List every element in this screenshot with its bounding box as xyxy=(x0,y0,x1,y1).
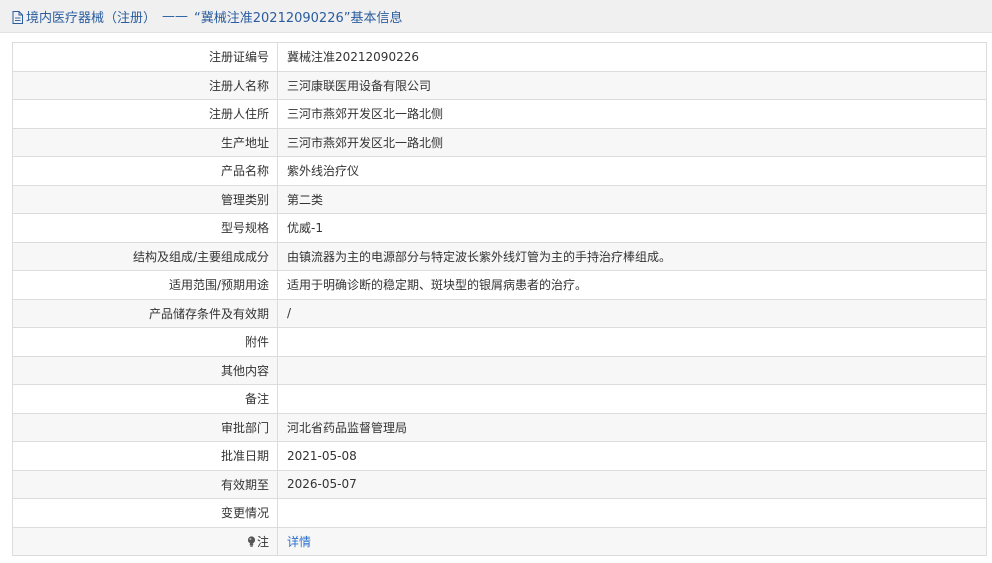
table-row: 产品储存条件及有效期 / xyxy=(12,298,987,328)
row-value xyxy=(277,498,987,528)
info-table-body: 注册证编号 冀械注准20212090226 注册人名称 三河康联医用设备有限公司 注册人… xyxy=(12,42,987,556)
row-value: / xyxy=(277,298,987,328)
row-value xyxy=(277,384,987,414)
row-value: 适用于明确诊断的稳定期、斑块型的银屑病患者的治疗。 xyxy=(277,270,987,300)
row-value: 冀械注准20212090226 xyxy=(277,42,987,72)
row-label: 适用范围/预期用途 xyxy=(12,270,278,300)
table-row: 管理类别 第二类 xyxy=(12,184,987,214)
table-row: 备注 xyxy=(12,384,987,414)
table-row: 型号规格 优威-1 xyxy=(12,213,987,243)
table-row: 注册人名称 三河康联医用设备有限公司 xyxy=(12,70,987,100)
table-row: 注册证编号 冀械注准20212090226 xyxy=(12,42,987,72)
row-label: 批准日期 xyxy=(12,441,278,471)
table-row: 审批部门 河北省药品监督管理局 xyxy=(12,412,987,442)
table-row: 附件 xyxy=(12,327,987,357)
note-label-cell: 注 xyxy=(12,526,278,556)
page-header: 境内医疗器械（注册） —— “冀械注准20212090226”基本信息 xyxy=(0,0,992,33)
row-value: 第二类 xyxy=(277,184,987,214)
note-label: 注 xyxy=(256,534,269,549)
row-label: 变更情况 xyxy=(12,498,278,528)
row-label: 产品名称 xyxy=(12,156,278,186)
row-label: 管理类别 xyxy=(12,184,278,214)
table-row: 生产地址 三河市燕郊开发区北一路北侧 xyxy=(12,127,987,157)
row-label: 附件 xyxy=(12,327,278,357)
header-title: “冀械注准20212090226”基本信息 xyxy=(194,10,403,26)
row-value xyxy=(277,355,987,385)
row-value xyxy=(277,327,987,357)
row-label: 其他内容 xyxy=(12,355,278,385)
row-value: 三河市燕郊开发区北一路北侧 xyxy=(277,127,987,157)
row-label: 生产地址 xyxy=(12,127,278,157)
table-row: 注册人住所 三河市燕郊开发区北一路北侧 xyxy=(12,99,987,129)
bulb-icon xyxy=(247,536,256,547)
row-value: 优威-1 xyxy=(277,213,987,243)
note-value-cell: 详情 xyxy=(277,526,987,556)
note-row: 注 详情 xyxy=(12,526,987,556)
table-row: 其他内容 xyxy=(12,355,987,385)
details-link[interactable]: 详情 xyxy=(287,535,311,549)
table-row: 产品名称 紫外线治疗仪 xyxy=(12,156,987,186)
row-label: 注册人名称 xyxy=(12,70,278,100)
table-row: 有效期至 2026-05-07 xyxy=(12,469,987,499)
table-row: 批准日期 2021-05-08 xyxy=(12,441,987,471)
row-label: 结构及组成/主要组成成分 xyxy=(12,241,278,271)
row-value: 2026-05-07 xyxy=(277,469,987,499)
row-label: 备注 xyxy=(12,384,278,414)
table-row: 结构及组成/主要组成成分 由镇流器为主的电源部分与特定波长紫外线灯管为主的手持治疗… xyxy=(12,241,987,271)
row-label: 型号规格 xyxy=(12,213,278,243)
row-label: 注册人住所 xyxy=(12,99,278,129)
row-value: 三河康联医用设备有限公司 xyxy=(277,70,987,100)
row-label: 审批部门 xyxy=(12,412,278,442)
table-row: 适用范围/预期用途 适用于明确诊断的稳定期、斑块型的银屑病患者的治疗。 xyxy=(12,270,987,300)
row-label: 注册证编号 xyxy=(12,42,278,72)
info-table: 注册证编号 冀械注准20212090226 注册人名称 三河康联医用设备有限公司 注册人… xyxy=(12,42,987,556)
row-value: 2021-05-08 xyxy=(277,441,987,471)
document-icon xyxy=(12,10,23,24)
header-separator: —— xyxy=(162,8,189,24)
row-label: 有效期至 xyxy=(12,469,278,499)
row-value: 三河市燕郊开发区北一路北侧 xyxy=(277,99,987,129)
row-label: 产品储存条件及有效期 xyxy=(12,298,278,328)
table-row: 变更情况 xyxy=(12,498,987,528)
row-value: 紫外线治疗仪 xyxy=(277,156,987,186)
header-section: 境内医疗器械（注册） xyxy=(26,10,157,26)
row-value: 河北省药品监督管理局 xyxy=(277,412,987,442)
row-value: 由镇流器为主的电源部分与特定波长紫外线灯管为主的手持治疗棒组成。 xyxy=(277,241,987,271)
